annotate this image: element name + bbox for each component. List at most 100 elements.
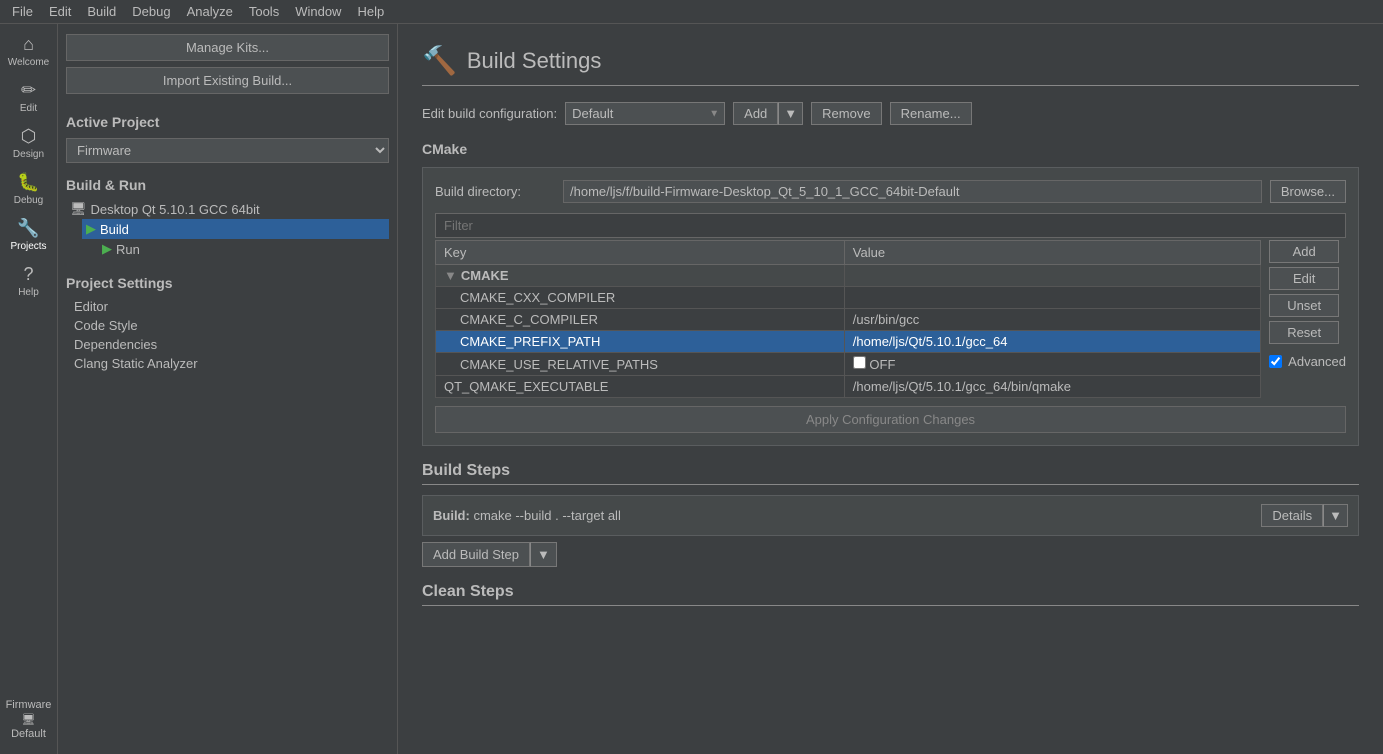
details-button[interactable]: Details (1261, 504, 1323, 527)
manage-kits-button[interactable]: Manage Kits... (66, 34, 389, 61)
menu-edit[interactable]: Edit (41, 2, 79, 21)
reset-cmake-button[interactable]: Reset (1269, 321, 1339, 344)
active-project-label: Active Project (66, 114, 389, 130)
build-item-label: Build (100, 222, 129, 237)
col-value: Value (844, 241, 1260, 265)
menu-analyze[interactable]: Analyze (179, 2, 241, 21)
apply-config-button[interactable]: Apply Configuration Changes (435, 406, 1346, 433)
rename-config-button[interactable]: Rename... (890, 102, 972, 125)
advanced-checkbox[interactable] (1269, 355, 1282, 368)
table-row[interactable]: CMAKE_C_COMPILER /usr/bin/gcc (436, 309, 1261, 331)
menu-debug[interactable]: Debug (124, 2, 178, 21)
build-run-label: Build & Run (66, 177, 389, 193)
build-config-select[interactable]: Default (565, 102, 725, 125)
add-cmake-button[interactable]: Add (1269, 240, 1339, 263)
tree-item-desktop[interactable]: 🖥 Desktop Qt 5.10.1 GCC 64bit (66, 199, 389, 219)
relative-paths-checkbox[interactable] (853, 356, 866, 369)
desktop-item-label: Desktop Qt 5.10.1 GCC 64bit (91, 202, 260, 217)
table-row[interactable]: CMAKE_PREFIX_PATH /home/ljs/Qt/5.10.1/gc… (436, 331, 1261, 353)
sidebar-item-help[interactable]: ? Help (2, 258, 56, 304)
edit-cmake-button[interactable]: Edit (1269, 267, 1339, 290)
project-select[interactable]: Firmware (66, 138, 389, 163)
sidebar-item-debug[interactable]: 🐛 Debug (2, 166, 56, 212)
project-settings-label: Project Settings (66, 275, 389, 291)
computer-icon: 🖥 (70, 201, 87, 217)
build-icon: ▶ (86, 221, 96, 237)
sidebar-item-welcome[interactable]: ⌂ Welcome (2, 28, 56, 74)
build-label-prefix: Build: (433, 508, 470, 523)
projects-icon: 🔧 (17, 218, 39, 239)
main-layout: ⌂ Welcome ✏ Edit ⬡ Design 🐛 Debug 🔧 Proj… (0, 24, 1383, 754)
advanced-label: Advanced (1288, 354, 1346, 369)
menu-file[interactable]: File (4, 2, 41, 21)
details-dropdown-icon[interactable]: ▼ (1323, 504, 1348, 527)
collapse-icon: ▼ (444, 268, 457, 283)
help-icon: ? (23, 264, 33, 285)
settings-link-code-style[interactable]: Code Style (66, 316, 389, 335)
table-row[interactable]: CMAKE_CXX_COMPILER (436, 287, 1261, 309)
unset-cmake-button[interactable]: Unset (1269, 294, 1339, 317)
add-build-step-button[interactable]: Add Build Step (422, 542, 530, 567)
sidebar-item-edit-label: Edit (20, 103, 37, 114)
cmake-section-title: CMake (422, 141, 1359, 157)
monitor-icon: 🖥 (22, 713, 36, 726)
sidebar-item-projects-label: Projects (10, 241, 46, 252)
table-row[interactable]: QT_QMAKE_EXECUTABLE /home/ljs/Qt/5.10.1/… (436, 376, 1261, 398)
welcome-icon: ⌂ (23, 34, 34, 55)
build-cmd-value: cmake --build . --target all (473, 508, 620, 523)
build-dir-label: Build directory: (435, 184, 555, 199)
build-settings-header: 🔨 Build Settings (422, 44, 1359, 86)
tree-item-build[interactable]: ▶ Build (82, 219, 389, 239)
bottom-target-name: Default (11, 728, 46, 740)
advanced-row: Advanced (1269, 354, 1346, 369)
cxx-compiler-value (844, 287, 1260, 309)
browse-button[interactable]: Browse... (1270, 180, 1346, 203)
cmake-table: Key Value ▼CMAKE CMAKE_CXX_COMPILER (435, 240, 1261, 398)
settings-link-editor[interactable]: Editor (66, 297, 389, 316)
page-title: Build Settings (467, 48, 602, 74)
sidebar-item-help-label: Help (18, 287, 39, 298)
menu-help[interactable]: Help (349, 2, 392, 21)
add-config-button[interactable]: Add (733, 102, 778, 125)
menu-window[interactable]: Window (287, 2, 349, 21)
settings-link-dependencies[interactable]: Dependencies (66, 335, 389, 354)
menubar: File Edit Build Debug Analyze Tools Wind… (0, 0, 1383, 24)
edit-icon: ✏ (21, 80, 36, 101)
add-build-step-group: Add Build Step ▼ (422, 542, 557, 567)
bottom-project-name: Firmware (6, 699, 52, 711)
run-icon: ▶ (102, 241, 112, 257)
col-key: Key (436, 241, 845, 265)
build-dir-input[interactable] (563, 180, 1262, 203)
sidebar-item-design[interactable]: ⬡ Design (2, 120, 56, 166)
add-config-dropdown-icon[interactable]: ▼ (778, 102, 803, 125)
tree-item-run[interactable]: ▶ Run (98, 239, 389, 259)
add-build-step-dropdown-icon[interactable]: ▼ (530, 542, 557, 567)
cmake-group-key: ▼CMAKE (436, 265, 845, 287)
qmake-value: /home/ljs/Qt/5.10.1/gcc_64/bin/qmake (844, 376, 1260, 398)
settings-link-clang-static-analyzer[interactable]: Clang Static Analyzer (66, 354, 389, 373)
table-row[interactable]: ▼CMAKE (436, 265, 1261, 287)
build-step-label: Build: cmake --build . --target all (433, 508, 1253, 523)
remove-config-button[interactable]: Remove (811, 102, 881, 125)
sidebar-item-design-label: Design (13, 149, 44, 160)
import-build-button[interactable]: Import Existing Build... (66, 67, 389, 94)
sidebar-item-projects[interactable]: 🔧 Projects (2, 212, 56, 258)
filter-input[interactable] (435, 213, 1346, 238)
edit-config-label: Edit build configuration: (422, 106, 557, 121)
build-dir-row: Build directory: Browse... (435, 180, 1346, 203)
cxx-compiler-key: CMAKE_CXX_COMPILER (436, 287, 845, 309)
prefix-path-key: CMAKE_PREFIX_PATH (436, 331, 845, 353)
table-actions: Add Edit Unset Reset Advanced (1269, 240, 1346, 369)
sidebar-item-edit[interactable]: ✏ Edit (2, 74, 56, 120)
menu-tools[interactable]: Tools (241, 2, 287, 21)
bottom-firmware-label: Firmware 🖥 Default (2, 693, 56, 746)
relative-paths-value: OFF (844, 353, 1260, 376)
main-content: 🔨 Build Settings Edit build configuratio… (398, 24, 1383, 754)
build-step-row: Build: cmake --build . --target all Deta… (422, 495, 1359, 536)
menu-build[interactable]: Build (79, 2, 124, 21)
add-config-button-group: Add ▼ (733, 102, 803, 125)
sidebar-item-debug-label: Debug (14, 195, 43, 206)
prefix-path-value: /home/ljs/Qt/5.10.1/gcc_64 (844, 331, 1260, 353)
table-row[interactable]: CMAKE_USE_RELATIVE_PATHS OFF (436, 353, 1261, 376)
details-button-group: Details ▼ (1261, 504, 1348, 527)
